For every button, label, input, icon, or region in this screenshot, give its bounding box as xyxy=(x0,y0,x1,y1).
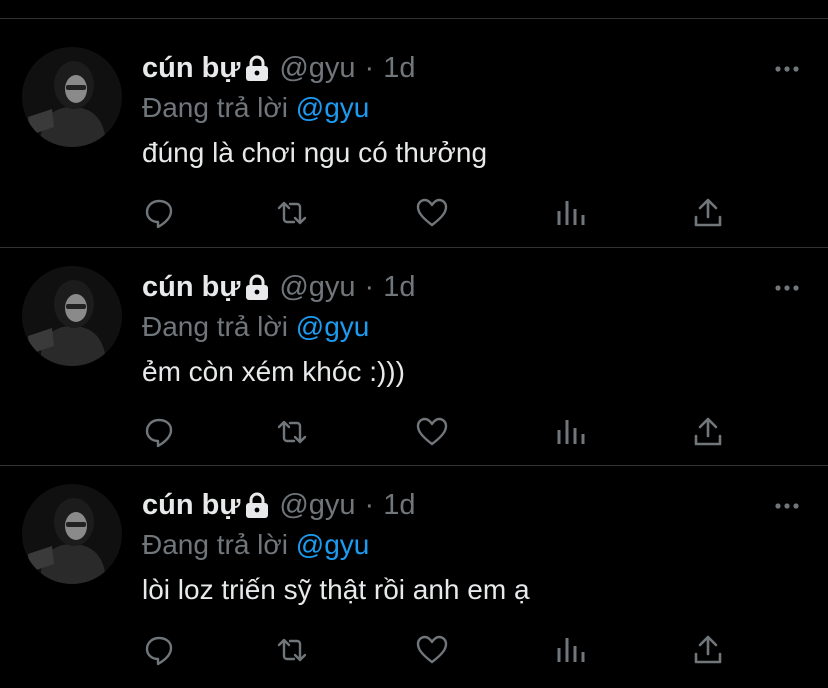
separator: · xyxy=(364,51,375,84)
tweet[interactable]: cún bự @gyu · 1d Đang trả lời @gyu ẻm cò… xyxy=(0,238,828,456)
like-icon[interactable] xyxy=(416,197,448,229)
mention-link[interactable]: @gyu xyxy=(296,92,370,123)
timestamp[interactable]: 1d xyxy=(383,489,415,522)
mention-link[interactable]: @gyu xyxy=(296,529,370,560)
tweet-header: cún bự @gyu · 1d xyxy=(142,48,415,88)
replying-to: Đang trả lời @gyu xyxy=(142,92,369,124)
tweet-text: ẻm còn xém khóc :))) xyxy=(142,356,405,387)
tweet[interactable]: cún bự @gyu · 1d Đang trả lời @gyu lòi l… xyxy=(0,456,828,674)
share-icon[interactable] xyxy=(692,634,724,666)
tweet[interactable]: cún bự @gyu · 1d Đang trả lời @gyu đúng … xyxy=(0,19,828,237)
replying-to-label: Đang trả lời xyxy=(142,529,288,560)
like-icon[interactable] xyxy=(416,634,448,666)
username-handle[interactable]: @gyu xyxy=(279,52,355,85)
display-name[interactable]: cún bự xyxy=(142,271,240,304)
avatar[interactable] xyxy=(22,47,122,147)
avatar[interactable] xyxy=(22,266,122,366)
reply-icon[interactable] xyxy=(143,416,175,448)
tweet-header: cún bự @gyu · 1d xyxy=(142,485,415,525)
views-icon[interactable] xyxy=(555,634,587,666)
views-icon[interactable] xyxy=(555,197,587,229)
username-handle[interactable]: @gyu xyxy=(279,489,355,522)
display-name[interactable]: cún bự xyxy=(142,489,240,522)
mention-link[interactable]: @gyu xyxy=(296,311,370,342)
reply-icon[interactable] xyxy=(143,197,175,229)
avatar[interactable] xyxy=(22,484,122,584)
more-icon[interactable] xyxy=(774,496,800,516)
tweet-text: lòi loz triến sỹ thật rồi anh em ạ xyxy=(142,574,530,605)
separator: · xyxy=(364,488,375,521)
replying-to-label: Đang trả lời xyxy=(142,92,288,123)
lock-icon xyxy=(245,55,269,81)
lock-icon xyxy=(245,492,269,518)
tweet-header: cún bự @gyu · 1d xyxy=(142,267,415,307)
like-icon[interactable] xyxy=(416,416,448,448)
retweet-icon[interactable] xyxy=(276,416,308,448)
replying-to: Đang trả lời @gyu xyxy=(142,311,369,343)
share-icon[interactable] xyxy=(692,197,724,229)
action-bar xyxy=(0,416,828,452)
timestamp[interactable]: 1d xyxy=(383,271,415,304)
retweet-icon[interactable] xyxy=(276,197,308,229)
action-bar xyxy=(0,634,828,670)
separator: · xyxy=(364,270,375,303)
retweet-icon[interactable] xyxy=(276,634,308,666)
timestamp[interactable]: 1d xyxy=(383,52,415,85)
more-icon[interactable] xyxy=(774,59,800,79)
replying-to-label: Đang trả lời xyxy=(142,311,288,342)
views-icon[interactable] xyxy=(555,416,587,448)
replying-to: Đang trả lời @gyu xyxy=(142,529,369,561)
display-name[interactable]: cún bự xyxy=(142,52,240,85)
lock-icon xyxy=(245,274,269,300)
reply-icon[interactable] xyxy=(143,634,175,666)
tweet-text: đúng là chơi ngu có thưởng xyxy=(142,137,488,168)
action-bar xyxy=(0,197,828,233)
more-icon[interactable] xyxy=(774,278,800,298)
share-icon[interactable] xyxy=(692,416,724,448)
username-handle[interactable]: @gyu xyxy=(279,271,355,304)
